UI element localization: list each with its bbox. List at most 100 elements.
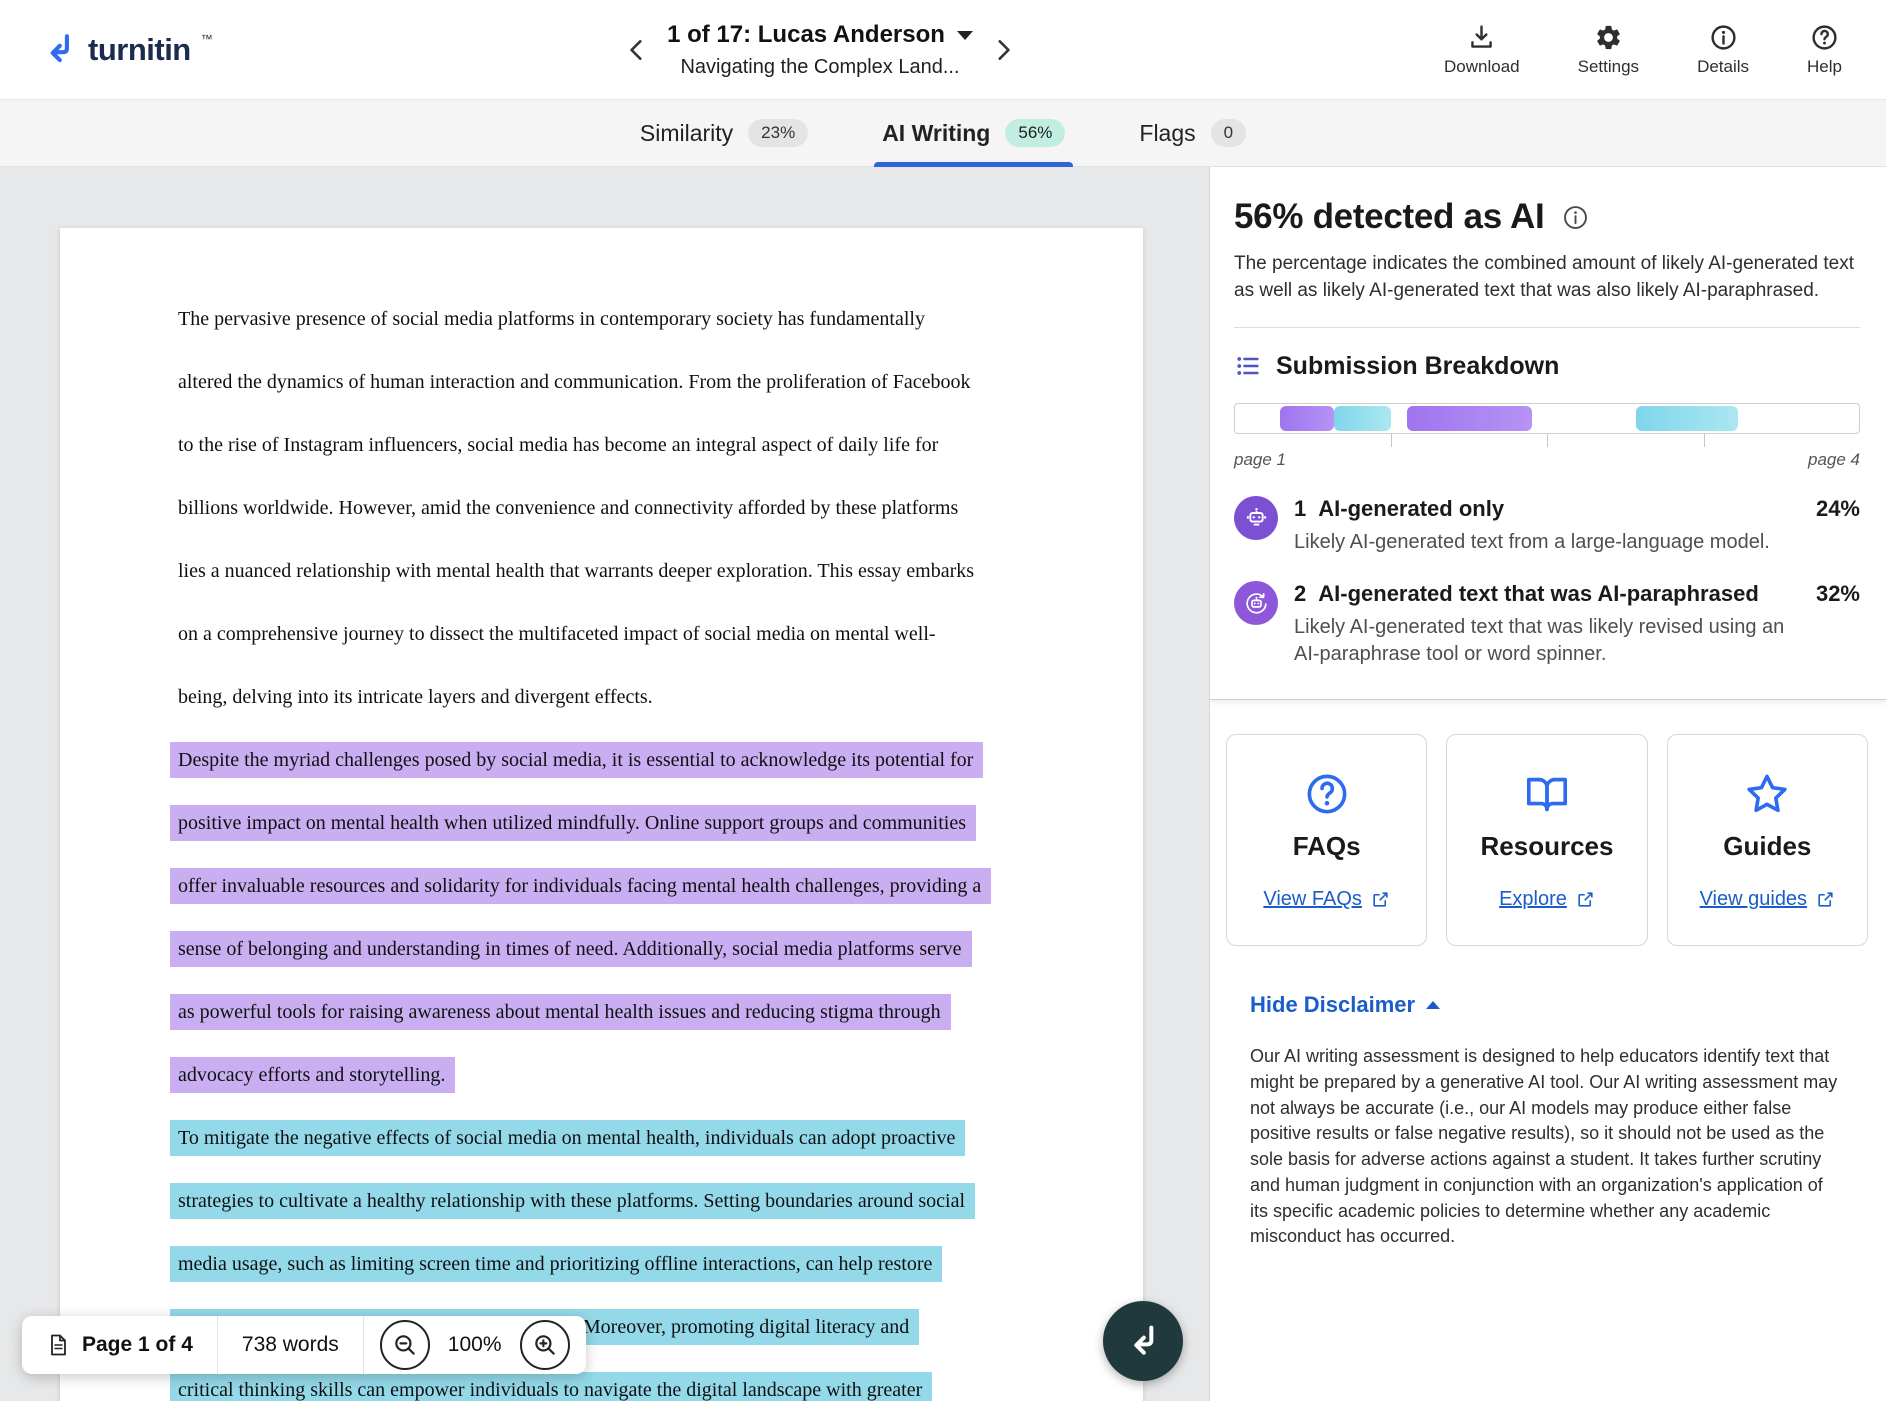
page-tick xyxy=(1547,434,1548,447)
help-circle-icon xyxy=(1810,23,1839,52)
download-icon xyxy=(1467,23,1496,52)
logo-text: turnitin xyxy=(88,30,191,70)
document-line: The pervasive presence of social media p… xyxy=(178,288,1093,351)
info-icon[interactable] xyxy=(1562,204,1589,231)
external-link-icon xyxy=(1816,890,1835,909)
question-circle-icon xyxy=(1304,771,1350,817)
zoom-out-icon xyxy=(392,1332,418,1358)
star-icon xyxy=(1744,771,1790,817)
document-line: lies a nuanced relationship with mental … xyxy=(178,540,1093,603)
view-guides-link[interactable]: View guides xyxy=(1700,888,1835,911)
submission-breakdown-title: Submission Breakdown xyxy=(1276,352,1559,381)
document-line: To mitigate the negative effects of soci… xyxy=(178,1107,1093,1170)
chevron-right-icon xyxy=(990,37,1016,63)
resources-card: Resources Explore xyxy=(1446,734,1647,946)
page-indicator: Page 1 of 4 xyxy=(22,1333,217,1357)
page-end-label: page 4 xyxy=(1808,450,1860,470)
explore-link[interactable]: Explore xyxy=(1499,888,1595,911)
breakdown-bar-segment xyxy=(1636,406,1738,431)
divider xyxy=(1234,327,1860,328)
tab-similarity-label: Similarity xyxy=(640,120,733,147)
submission-navigator: 1 of 17: Lucas Anderson Navigating the C… xyxy=(618,0,1022,100)
submission-selector[interactable]: 1 of 17: Lucas Anderson xyxy=(667,21,973,49)
word-count-label: 738 words xyxy=(242,1333,339,1357)
tab-flags[interactable]: Flags 0 xyxy=(1139,100,1246,166)
faqs-card: FAQs View FAQs xyxy=(1226,734,1427,946)
ai-detection-card: 56% detected as AI The percentage indica… xyxy=(1210,167,1886,700)
guides-card-title: Guides xyxy=(1723,831,1811,862)
breakdown-item-percent: 24% xyxy=(1816,496,1860,522)
view-guides-label: View guides xyxy=(1700,888,1807,911)
turnitin-logo-icon xyxy=(40,30,78,68)
breakdown-item-description: Likely AI-generated text from a large-la… xyxy=(1294,529,1814,555)
tab-similarity[interactable]: Similarity 23% xyxy=(640,100,808,166)
breakdown-item-percent: 32% xyxy=(1816,581,1860,607)
faqs-card-title: FAQs xyxy=(1293,831,1361,862)
page-icon xyxy=(46,1333,70,1357)
hide-disclaimer-link[interactable]: Hide Disclaimer xyxy=(1250,992,1440,1018)
report-tabbar: Similarity 23% AI Writing 56% Flags 0 xyxy=(0,100,1886,167)
turnitin-fab-button[interactable] xyxy=(1103,1301,1183,1381)
zoom-out-button[interactable] xyxy=(380,1320,430,1370)
document-line: as powerful tools for raising awareness … xyxy=(178,981,1093,1044)
document-line: altered the dynamics of human interactio… xyxy=(178,351,1093,414)
zoom-in-button[interactable] xyxy=(520,1320,570,1370)
download-label: Download xyxy=(1444,57,1520,77)
chevron-left-icon xyxy=(624,37,650,63)
ai-writing-score-badge: 56% xyxy=(1005,119,1065,147)
submission-title: Navigating the Complex Land... xyxy=(680,56,959,79)
flags-count-badge: 0 xyxy=(1211,119,1246,147)
hide-disclaimer-label: Hide Disclaimer xyxy=(1250,992,1415,1018)
document-line: Despite the myriad challenges posed by s… xyxy=(178,729,1093,792)
disclaimer-text: Our AI writing assessment is designed to… xyxy=(1250,1044,1844,1250)
breakdown-item-number: 1 xyxy=(1294,496,1306,522)
document-viewer: The pervasive presence of social media p… xyxy=(0,167,1209,1401)
explore-label: Explore xyxy=(1499,888,1567,911)
resources-card-title: Resources xyxy=(1481,831,1614,862)
document-line: media usage, such as limiting screen tim… xyxy=(178,1233,1093,1296)
gear-icon xyxy=(1594,23,1623,52)
settings-label: Settings xyxy=(1578,57,1639,77)
help-button[interactable]: Help xyxy=(1807,23,1842,77)
zoom-level: 100% xyxy=(448,1333,502,1357)
chevron-down-icon xyxy=(957,31,973,40)
help-cards: FAQs View FAQs Resources Explore xyxy=(1210,700,1886,946)
tab-ai-writing[interactable]: AI Writing 56% xyxy=(882,100,1065,166)
settings-button[interactable]: Settings xyxy=(1578,23,1639,77)
document-line: strategies to cultivate a healthy relati… xyxy=(178,1170,1093,1233)
ai-writing-panel: 56% detected as AI The percentage indica… xyxy=(1209,167,1886,1401)
top-header: turnitin ™ 1 of 17: Lucas Anderson Navig… xyxy=(0,0,1886,100)
download-button[interactable]: Download xyxy=(1444,23,1520,77)
document-line: positive impact on mental health when ut… xyxy=(178,792,1093,855)
page-start-label: page 1 xyxy=(1234,450,1286,470)
book-icon xyxy=(1524,771,1570,817)
page-indicator-label: Page 1 of 4 xyxy=(82,1333,193,1357)
next-submission-button[interactable] xyxy=(984,31,1022,69)
breakdown-item-description: Likely AI-generated text that was likely… xyxy=(1294,614,1814,667)
document-line: advocacy efforts and storytelling. xyxy=(178,1044,1093,1107)
breakdown-item-ai-generated: 1 AI-generated only 24% Likely AI-genera… xyxy=(1234,496,1860,555)
breakdown-list-icon xyxy=(1234,352,1262,380)
view-faqs-link[interactable]: View FAQs xyxy=(1263,888,1390,911)
page-tick xyxy=(1704,434,1705,447)
previous-submission-button[interactable] xyxy=(618,31,656,69)
turnitin-logo: turnitin ™ xyxy=(40,30,213,70)
breakdown-bar-segment xyxy=(1334,406,1391,431)
header-actions: Download Settings Details Help xyxy=(1444,23,1842,77)
document-text: The pervasive presence of social media p… xyxy=(60,228,1143,1401)
document-line: sense of belonging and understanding in … xyxy=(178,918,1093,981)
document-page: The pervasive presence of social media p… xyxy=(60,228,1143,1401)
details-button[interactable]: Details xyxy=(1697,23,1749,77)
page-tick xyxy=(1391,434,1392,447)
info-circle-icon xyxy=(1709,23,1738,52)
guides-card: Guides View guides xyxy=(1667,734,1868,946)
view-faqs-label: View FAQs xyxy=(1263,888,1362,911)
help-label: Help xyxy=(1807,57,1842,77)
document-line: offer invaluable resources and solidarit… xyxy=(178,855,1093,918)
breakdown-bar-segment xyxy=(1407,406,1532,431)
chevron-up-icon xyxy=(1426,1001,1440,1009)
breakdown-bar xyxy=(1234,403,1860,434)
ai-detection-description: The percentage indicates the combined am… xyxy=(1234,251,1860,305)
document-line: being, delving into its intricate layers… xyxy=(178,666,1093,729)
zoom-in-icon xyxy=(532,1332,558,1358)
